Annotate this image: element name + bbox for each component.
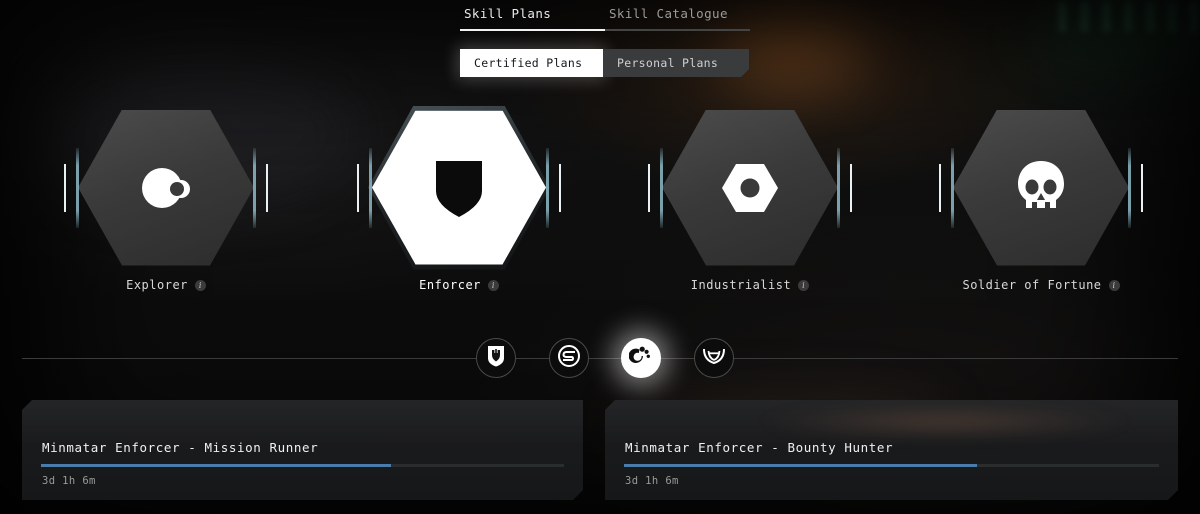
green-text-blur [1058, 2, 1198, 32]
tab-underline-active [460, 29, 605, 31]
plan-card[interactable]: Minmatar Enforcer - Mission Runner 3d 1h… [22, 400, 583, 500]
label-text: Soldier of Fortune [962, 278, 1102, 292]
main-tabs: Skill Plans Skill Catalogue [460, 6, 750, 31]
plan-progress-fill [41, 464, 391, 467]
planet-moon-icon [130, 152, 202, 224]
hex-frame [339, 100, 579, 275]
minmatar-crest-icon [628, 344, 653, 372]
plan-progress-track [624, 464, 1159, 467]
bracket-right [1117, 147, 1143, 228]
career-card-label: Soldier of Fortune i [921, 278, 1161, 292]
bracket-left [648, 147, 674, 228]
hex-frame [921, 100, 1161, 275]
bracket-right [826, 147, 852, 228]
plan-title: Minmatar Enforcer - Mission Runner [42, 440, 319, 455]
career-card-soldier-of-fortune[interactable]: Soldier of Fortune i [921, 100, 1161, 292]
career-card-label: Explorer i [46, 278, 286, 292]
career-card-label: Enforcer i [339, 278, 579, 292]
skill-plans-screen: Skill Plans Skill Catalogue Certified Pl… [0, 0, 1200, 514]
plan-card[interactable]: Minmatar Enforcer - Bounty Hunter 3d 1h … [605, 400, 1178, 500]
plan-progress-track [41, 464, 564, 467]
caldari-crest-icon [558, 345, 580, 371]
amarr-crest-icon [486, 345, 506, 371]
faction-minmatar[interactable] [621, 338, 661, 378]
tab-underlines [460, 29, 750, 31]
faction-gallente[interactable] [694, 338, 734, 378]
skull-icon [1005, 152, 1077, 224]
green-glow [1035, 0, 1200, 64]
career-cards: Explorer i Enforcer i Industrialist i So… [0, 100, 1200, 300]
faction-rail [0, 338, 1200, 380]
hex-nut-icon [714, 152, 786, 224]
bracket-left [357, 147, 383, 228]
card-tint [755, 404, 1135, 440]
career-card-enforcer[interactable]: Enforcer i [339, 100, 579, 292]
tab-skill-plans[interactable]: Skill Plans [460, 6, 605, 29]
label-text: Enforcer [419, 278, 481, 292]
label-text: Industrialist [690, 278, 792, 292]
plan-time-remaining: 3d 1h 6m [42, 475, 96, 487]
tab-underline-idle [605, 29, 750, 31]
career-card-explorer[interactable]: Explorer i [46, 100, 286, 292]
bracket-left [939, 147, 965, 228]
shield-icon [423, 152, 495, 224]
info-icon[interactable]: i [798, 279, 810, 291]
bracket-left [64, 147, 90, 228]
plan-time-remaining: 3d 1h 6m [625, 475, 679, 487]
hex-frame [46, 100, 286, 275]
info-icon[interactable]: i [487, 279, 499, 291]
subtab-certified-plans[interactable]: Certified Plans [460, 49, 603, 77]
hex-frame [630, 100, 870, 275]
bracket-right [242, 147, 268, 228]
gallente-crest-icon [702, 347, 726, 369]
sub-tabs: Certified Plans Personal Plans [460, 49, 749, 77]
plan-progress-fill [624, 464, 977, 467]
faction-amarr[interactable] [476, 338, 516, 378]
info-icon[interactable]: i [194, 279, 206, 291]
career-card-label: Industrialist i [630, 278, 870, 292]
tab-skill-catalogue[interactable]: Skill Catalogue [605, 6, 750, 29]
plan-cards: Minmatar Enforcer - Mission Runner 3d 1h… [0, 400, 1200, 514]
subtab-personal-plans[interactable]: Personal Plans [603, 49, 749, 77]
bracket-right [535, 147, 561, 228]
plan-title: Minmatar Enforcer - Bounty Hunter [625, 440, 894, 455]
info-icon[interactable]: i [1108, 279, 1120, 291]
label-text: Explorer [126, 278, 188, 292]
career-card-industrialist[interactable]: Industrialist i [630, 100, 870, 292]
faction-caldari[interactable] [549, 338, 589, 378]
